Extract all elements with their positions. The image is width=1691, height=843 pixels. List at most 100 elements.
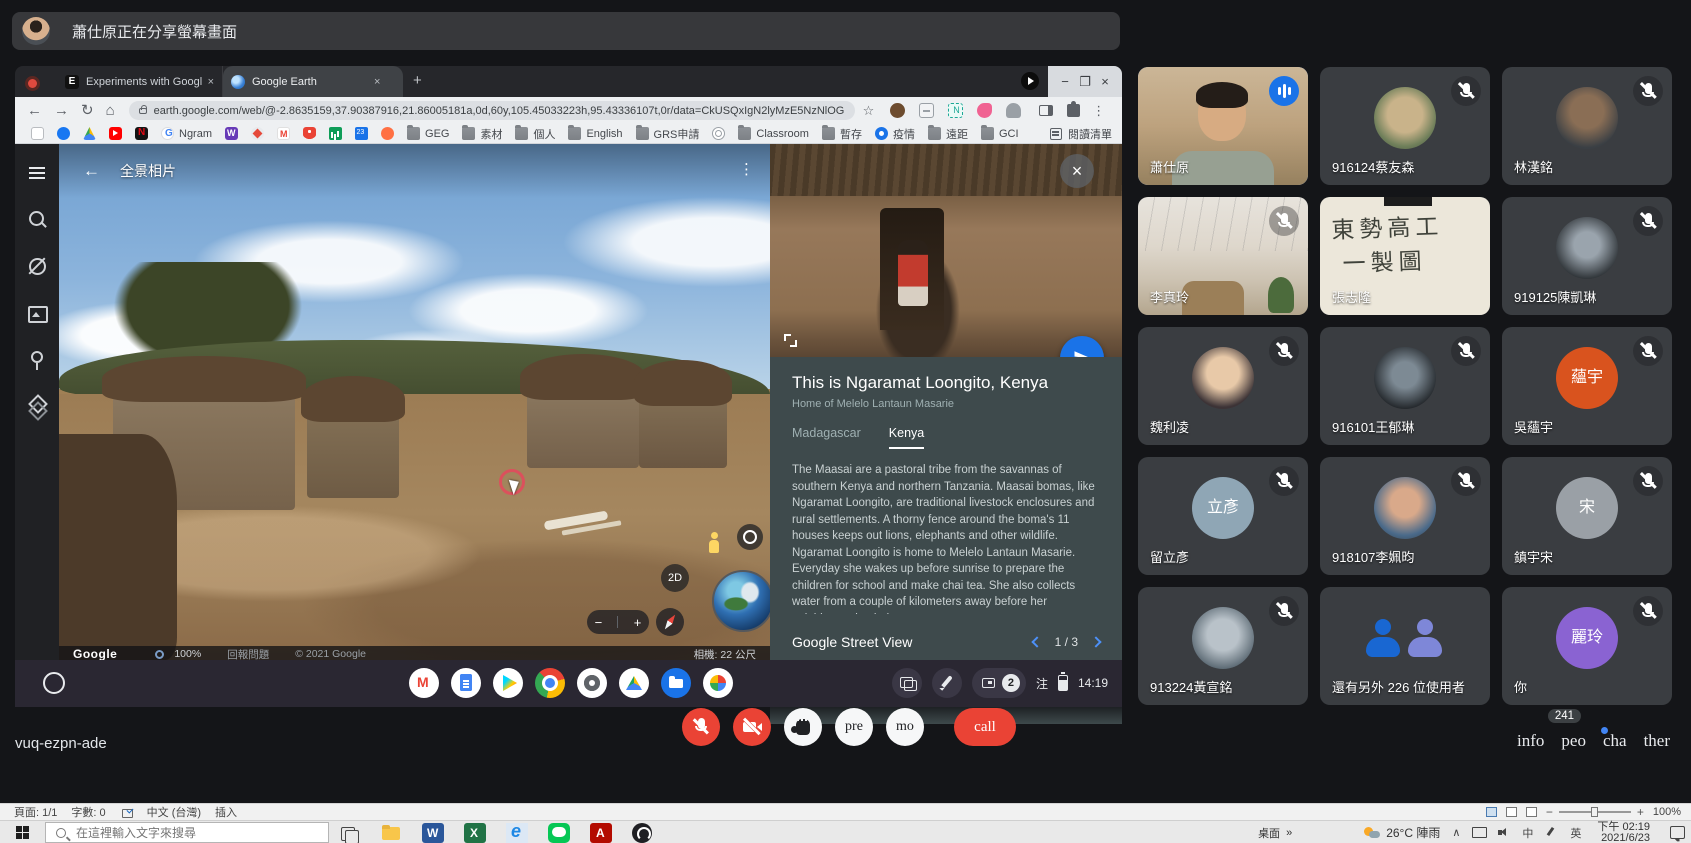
bookmark-orange-app-icon[interactable] (381, 127, 394, 140)
action-center-icon[interactable] (1670, 826, 1685, 839)
panorama-more-icon[interactable]: ⋮ (739, 160, 754, 178)
bookmark-gmail-icon[interactable] (277, 127, 290, 140)
zoom-out-button[interactable]: − (595, 615, 603, 630)
mic-off-button[interactable] (682, 708, 720, 746)
launcher-button[interactable] (43, 672, 65, 694)
bookmark-個人[interactable]: 個人 (515, 126, 555, 142)
restore-button[interactable]: ❐ (1079, 75, 1091, 88)
participant-tile[interactable]: 918107李姵昀 (1320, 457, 1490, 575)
camera-off-button[interactable] (733, 708, 771, 746)
back-arrow-icon[interactable]: ← (83, 161, 100, 181)
bookmark-star-icon[interactable]: ☆ (863, 103, 875, 119)
volume-icon[interactable] (1497, 827, 1510, 838)
bookmark-Classroom[interactable]: Classroom (738, 127, 809, 140)
ie-icon[interactable] (506, 823, 528, 843)
bookmark-youtube-icon[interactable] (109, 127, 122, 140)
back-icon[interactable]: ← (27, 103, 42, 118)
compass-icon[interactable] (656, 608, 684, 636)
status-tray-button[interactable]: 2 (972, 668, 1026, 698)
zoom-in-button[interactable]: + (634, 615, 642, 630)
participant-tile-you[interactable]: 麗玲 你 (1502, 587, 1672, 705)
gmail-icon[interactable] (409, 668, 439, 698)
extensions-puzzle-icon[interactable] (1067, 104, 1080, 117)
bookmark-Ngram[interactable]: Ngram (161, 127, 212, 140)
menu-icon[interactable] (15, 154, 59, 194)
bookmark-maps-pin-icon[interactable] (303, 127, 316, 140)
shot-extension-icon[interactable] (919, 103, 934, 118)
display-tray-icon[interactable] (1472, 827, 1485, 838)
acrobat-icon[interactable] (590, 823, 612, 843)
stylus-tools-icon[interactable] (932, 668, 962, 698)
task-view-icon[interactable] (338, 823, 360, 843)
taskbar-clock[interactable]: 下午 02:19 2021/6/23 (1597, 822, 1650, 843)
shelf-clock[interactable]: 14:19 (1078, 676, 1108, 690)
pegman-icon[interactable] (707, 532, 721, 554)
side-panel-icon[interactable] (1039, 105, 1053, 116)
desktop-toolbar[interactable]: 桌面 » (1258, 825, 1292, 841)
participant-tile[interactable]: 李真玲 (1138, 197, 1308, 315)
taskbar-search[interactable] (45, 822, 329, 843)
tab-experiments-with-google[interactable]: E Experiments with Google × (57, 66, 223, 97)
insert-mode[interactable]: 插入 (215, 804, 237, 820)
present-button[interactable]: pre (835, 708, 873, 746)
bookmark-facebook-icon[interactable] (57, 127, 70, 140)
photos-icon[interactable] (15, 295, 59, 335)
files-icon[interactable] (661, 668, 691, 698)
participant-tile[interactable]: 立彥 留立彥 (1138, 457, 1308, 575)
participant-tile[interactable]: 916101王郁琳 (1320, 327, 1490, 445)
bookmark-w-app-icon[interactable] (225, 127, 238, 140)
more-options-button[interactable]: mo (886, 708, 924, 746)
web-layout-icon[interactable] (1526, 807, 1537, 817)
record-indicator-icon[interactable] (1021, 72, 1039, 90)
obs-icon[interactable] (632, 823, 652, 843)
search-input[interactable] (74, 825, 304, 841)
participant-tile[interactable]: 919125陳凱琳 (1502, 197, 1672, 315)
voyager-icon[interactable] (15, 248, 59, 288)
raise-hand-button[interactable] (784, 708, 822, 746)
overflow-users-tile[interactable]: 還有另外 226 位使用者 (1320, 587, 1490, 705)
forward-icon[interactable]: → (54, 103, 69, 118)
zoom-out-icon[interactable]: − (1546, 805, 1553, 819)
kami-extension-icon[interactable] (977, 103, 992, 118)
street-view-panorama[interactable]: ← 全景相片 ⋮ 2D −+ (59, 144, 770, 660)
reload-icon[interactable]: ↻ (81, 103, 94, 118)
spellcheck-icon[interactable] (122, 807, 133, 818)
participant-tile-self[interactable]: 蕭仕原 (1138, 67, 1308, 185)
settings-icon[interactable] (577, 668, 607, 698)
screen-capture-icon[interactable] (892, 668, 922, 698)
bookmark-chart-icon[interactable] (329, 127, 342, 140)
zoom-slider-thumb[interactable] (1591, 807, 1598, 817)
minimize-button[interactable]: − (1061, 75, 1069, 88)
browser-menu-icon[interactable]: ⋮ (1092, 103, 1105, 119)
tab-madagascar[interactable]: Madagascar (792, 426, 861, 449)
docs-icon[interactable] (451, 668, 481, 698)
new-tab-button[interactable]: + (413, 72, 422, 89)
participant-tile[interactable]: 魏利凌 (1138, 327, 1308, 445)
participant-tile[interactable]: 宋 鎮宇宋 (1502, 457, 1672, 575)
bookmark-globe-icon[interactable] (712, 127, 725, 140)
word-icon[interactable] (422, 823, 444, 843)
bookmark-English[interactable]: English (568, 127, 622, 140)
tab-google-earth[interactable]: Google Earth × (223, 66, 403, 97)
tab-kenya[interactable]: Kenya (889, 426, 924, 449)
print-layout-icon[interactable] (1506, 807, 1517, 817)
language-indicator[interactable]: 中文 (台灣) (147, 804, 201, 820)
hidden-icons-chevron[interactable]: ∧ (1452, 826, 1460, 839)
canvas-icon[interactable] (703, 668, 733, 698)
zoom-controls[interactable]: −+ (587, 610, 649, 634)
end-call-button[interactable]: call (954, 708, 1016, 746)
pin-icon[interactable] (15, 342, 59, 382)
read-mode-icon[interactable] (1486, 807, 1497, 817)
participant-tile[interactable]: 東勢高工 一製圖 張志隆 (1320, 197, 1490, 315)
bookmark-netflix-icon[interactable] (135, 127, 148, 140)
excel-icon[interactable] (464, 823, 486, 843)
reading-list-button[interactable]: 閱讀清單 (1050, 124, 1112, 144)
participant-tile[interactable]: 蘊宇 吳蘊宇 (1502, 327, 1672, 445)
participant-tile[interactable]: 916124蔡友森 (1320, 67, 1490, 185)
tab-close-icon[interactable]: × (208, 76, 214, 88)
bookmark-drive-icon[interactable] (83, 127, 96, 140)
bookmark-疫情[interactable]: 疫情 (875, 126, 915, 142)
panel-close-icon[interactable]: × (1060, 154, 1094, 188)
chrome-icon[interactable] (535, 668, 565, 698)
ime-chinese-indicator[interactable]: 中 (1522, 825, 1533, 841)
